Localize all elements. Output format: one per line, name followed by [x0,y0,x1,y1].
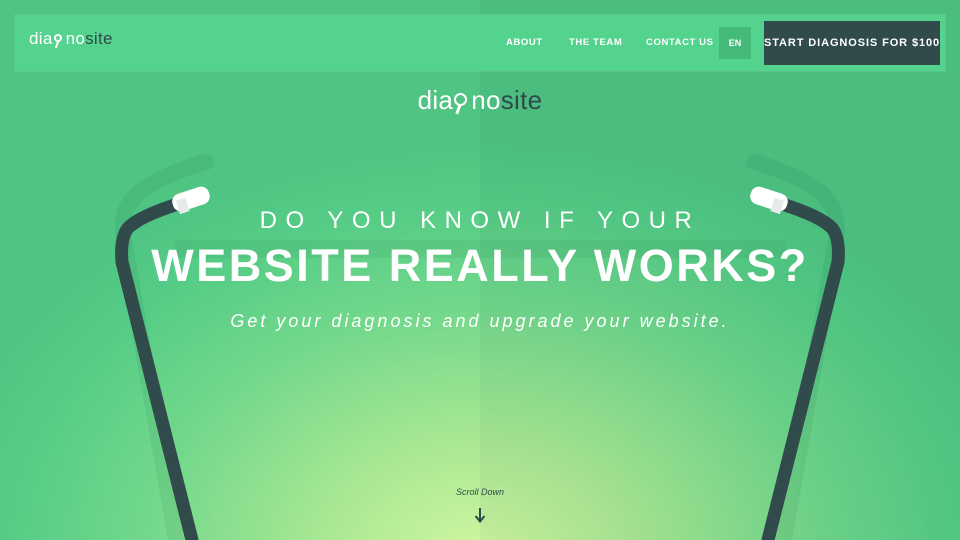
hero-logo-mid: no [471,85,501,115]
magnifier-icon [53,29,65,49]
magnifier-icon [454,85,470,115]
hero-headline-top: DO YOU KNOW IF YOUR [259,207,701,234]
hero-logo-suffix: site [500,85,543,115]
top-navbar: dia no site ABOUT THE TEAM CONTACT US EN… [15,15,945,71]
nav-logo[interactable]: dia no site [29,29,113,49]
nav-link-about[interactable]: ABOUT [506,37,543,48]
nav-link-contact[interactable]: CONTACT US [646,37,714,48]
language-button[interactable]: EN [719,27,751,59]
hero-subtitle: Get your diagnosis and upgrade your webs… [230,311,730,331]
arrow-down-icon[interactable] [473,506,487,524]
hero-logo-prefix: dia [417,85,454,115]
logo-text-suffix: site [85,29,113,48]
scroll-down-label[interactable]: Scroll Down [0,487,960,497]
start-diagnosis-button[interactable]: START DIAGNOSIS FOR $100 [764,21,940,65]
nav-link-team[interactable]: THE TEAM [569,37,622,48]
logo-text-mid: no [65,29,86,48]
hero-logo: dia no site [0,85,960,116]
hero-headline-main: WEBSITE REALLY WORKS? [151,240,809,291]
logo-text-prefix: dia [29,29,53,48]
